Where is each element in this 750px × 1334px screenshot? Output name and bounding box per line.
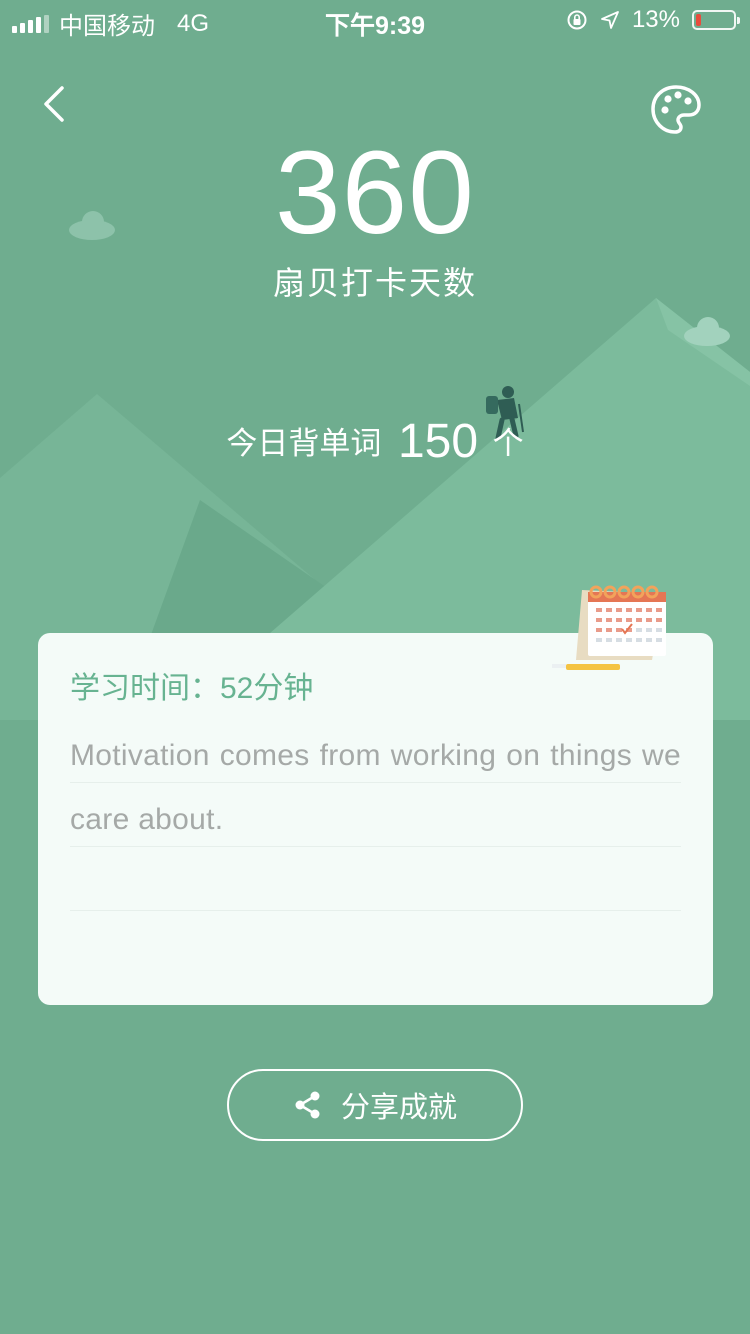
back-button[interactable] [32,80,82,130]
today-words-unit: 个 [492,426,524,461]
today-words-prefix: 今日背单词 [226,426,382,461]
study-time: 学习时间：52分钟 [70,672,314,705]
location-arrow-icon [601,11,619,29]
share-icon [295,1091,320,1119]
calendar-illustration [552,585,666,670]
battery-percent: 13% [631,6,680,33]
share-achievement-label: 分享成就 [340,1092,457,1124]
study-summary-card: 学习时间：52分钟 Motivation comes from working … [38,633,713,1005]
battery-level-fill [696,14,701,26]
checkin-days-label: 扇贝打卡天数 [272,265,477,301]
motivation-quote: Motivation comes from working on things … [70,739,681,836]
orientation-lock-icon [567,10,587,30]
chevron-left-icon [44,86,64,122]
battery-icon [692,10,740,30]
today-words-count: 150 [397,415,479,468]
today-words: 今日背单词 150 个 [0,414,750,469]
status-bar: 中国移动 4G 下午9:39 13% [0,0,750,40]
checkin-days-count: 360 [275,127,475,259]
share-achievement-button[interactable]: 分享成就 [227,1069,523,1141]
